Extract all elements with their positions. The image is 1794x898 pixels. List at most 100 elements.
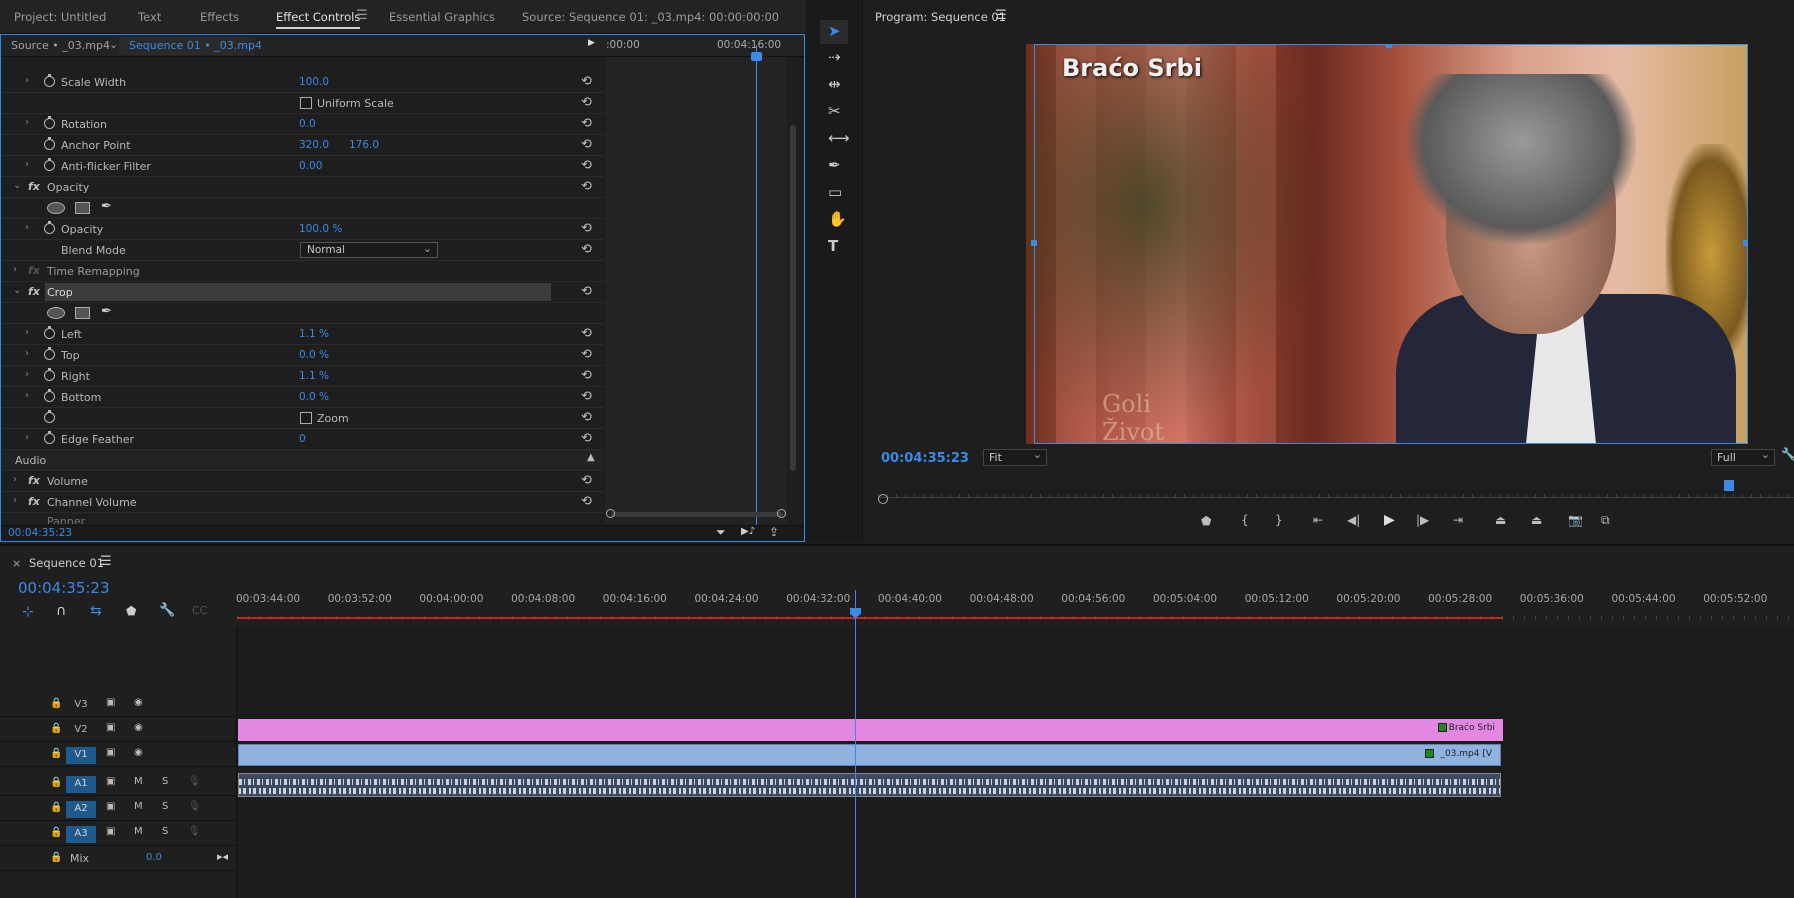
anchor-point-x[interactable]: 320.0 xyxy=(299,139,329,151)
stopwatch-icon[interactable] xyxy=(44,326,55,339)
lock-icon[interactable]: 🔒 xyxy=(50,827,62,838)
stopwatch-icon[interactable] xyxy=(44,431,55,444)
solo-button[interactable]: S xyxy=(162,801,168,812)
sync-lock-icon[interactable]: ▣ xyxy=(106,826,115,837)
row-channel-volume[interactable]: › fx Channel Volume ⟲ xyxy=(1,492,604,513)
expand-chevron-icon[interactable]: › xyxy=(13,264,17,275)
stopwatch-icon[interactable] xyxy=(44,74,55,87)
lock-icon[interactable]: 🔒 xyxy=(50,748,62,759)
clip-v1-video[interactable]: _03.mp4 [V xyxy=(238,744,1501,766)
eye-icon[interactable]: ◉ xyxy=(134,747,143,758)
step-forward-icon[interactable]: |▶ xyxy=(1416,513,1429,527)
ripple-edit-tool-icon[interactable]: ⇹ xyxy=(828,75,841,93)
expand-chevron-icon[interactable]: › xyxy=(25,432,29,443)
play-audio-icon[interactable]: ▶♪ xyxy=(741,526,755,537)
track-label-a2[interactable]: A2 xyxy=(66,801,96,818)
reset-icon[interactable]: ⟲ xyxy=(581,158,592,173)
selection-tool-icon[interactable]: ➤ xyxy=(828,22,841,40)
transform-handle[interactable] xyxy=(1386,44,1392,48)
edge-feather-value[interactable]: 0 xyxy=(299,433,306,445)
ec-current-time[interactable]: 00:04:35:23 xyxy=(8,527,72,539)
track-label-v3[interactable]: V3 xyxy=(66,697,96,714)
lock-icon[interactable]: 🔒 xyxy=(50,723,62,734)
zoom-checkbox[interactable] xyxy=(300,412,312,424)
chevron-down-icon[interactable]: ⌄ xyxy=(109,38,118,51)
fx-icon[interactable]: fx xyxy=(28,180,40,193)
tab-source[interactable]: Source: Sequence 01: _03.mp4: 00:00:00:0… xyxy=(522,10,779,24)
ec-scrollbar[interactable] xyxy=(790,125,796,471)
reset-icon[interactable]: ⟲ xyxy=(581,137,592,152)
linked-selection-icon[interactable]: ⇆ xyxy=(90,603,102,619)
timeline-title[interactable]: Sequence 01 xyxy=(29,556,104,570)
crop-bounding-box[interactable] xyxy=(1034,44,1748,444)
pen-tool-icon[interactable]: ✒ xyxy=(828,156,841,174)
sync-lock-icon[interactable]: ▣ xyxy=(106,697,115,708)
track-select-tool-icon[interactable]: ⇢ xyxy=(828,48,841,66)
stopwatch-icon[interactable] xyxy=(44,116,55,129)
track-label-a1[interactable]: A1 xyxy=(66,776,96,793)
snap-magnet-icon[interactable]: ∩ xyxy=(56,603,66,619)
timeline-timecode[interactable]: 00:04:35:23 xyxy=(18,579,110,597)
wrench-icon[interactable]: 🔧 xyxy=(1781,447,1794,461)
tab-effect-controls[interactable]: Effect Controls xyxy=(276,10,361,29)
stopwatch-icon[interactable] xyxy=(44,221,55,234)
zoom-scroll-handle[interactable] xyxy=(878,494,888,504)
ellipse-mask-icon[interactable] xyxy=(47,307,65,319)
fx-icon[interactable]: fx xyxy=(28,474,40,487)
mark-out-icon[interactable]: } xyxy=(1275,513,1283,527)
scroll-handle-left[interactable] xyxy=(606,509,615,518)
reset-icon[interactable]: ⟲ xyxy=(581,494,592,509)
program-timecode[interactable]: 00:04:35:23 xyxy=(881,451,969,466)
expand-chevron-icon[interactable]: › xyxy=(13,495,17,506)
expand-chevron-icon[interactable]: › xyxy=(25,390,29,401)
transform-handle[interactable] xyxy=(1031,240,1037,246)
reset-icon[interactable]: ⟲ xyxy=(581,116,592,131)
zoom-fit-dropdown[interactable]: Fit ⌄ xyxy=(983,448,1047,466)
track-label-v2[interactable]: V2 xyxy=(66,722,96,739)
step-back-icon[interactable]: ◀| xyxy=(1347,513,1360,527)
reset-icon[interactable]: ⟲ xyxy=(581,242,592,257)
row-panner[interactable]: Panner xyxy=(1,513,604,524)
program-scrubber[interactable] xyxy=(878,486,1794,498)
camera-icon[interactable]: 📷 xyxy=(1568,513,1583,527)
expand-chevron-icon[interactable]: › xyxy=(25,222,29,233)
resolution-dropdown[interactable]: Full ⌄ xyxy=(1711,448,1775,466)
row-crop-section[interactable]: ⌄ fx Crop ⟲ xyxy=(1,282,604,303)
crop-top-value[interactable]: 0.0 % xyxy=(299,349,329,361)
pen-mask-icon[interactable]: ✒ xyxy=(101,304,112,319)
scroll-handle-right[interactable] xyxy=(777,509,786,518)
solo-button[interactable]: S xyxy=(162,826,168,837)
mix-value[interactable]: 0.0 xyxy=(146,852,162,863)
voiceover-mic-icon[interactable]: 🎙 xyxy=(188,776,201,787)
track-label-v1[interactable]: V1 xyxy=(66,747,96,764)
stopwatch-icon[interactable] xyxy=(44,389,55,402)
lift-icon[interactable]: ⏏ xyxy=(1495,513,1506,527)
nest-toggle-icon[interactable]: ⊹ xyxy=(22,604,34,620)
reset-icon[interactable]: ⟲ xyxy=(581,95,592,110)
lock-icon[interactable]: 🔒 xyxy=(50,698,62,709)
expand-chevron-icon[interactable]: › xyxy=(25,159,29,170)
expand-chevron-icon[interactable]: › xyxy=(25,369,29,380)
sync-lock-icon[interactable]: ▣ xyxy=(106,776,115,787)
expand-chevron-icon[interactable]: › xyxy=(13,474,17,485)
stopwatch-icon[interactable] xyxy=(44,347,55,360)
sync-lock-icon[interactable]: ▣ xyxy=(106,801,115,812)
program-playhead[interactable] xyxy=(1724,480,1734,491)
track-label-a3[interactable]: A3 xyxy=(66,826,96,843)
blend-mode-dropdown[interactable]: Normal ⌄ xyxy=(300,242,438,258)
transform-handle[interactable] xyxy=(1743,240,1748,246)
compare-view-icon[interactable]: ⧉ xyxy=(1601,513,1610,528)
collapse-chevron-icon[interactable]: ⌄ xyxy=(13,180,21,191)
row-opacity-section[interactable]: ⌄ fx Opacity ⟲ xyxy=(1,177,604,198)
fit-to-view-icon[interactable]: ▸◂ xyxy=(217,850,228,863)
reset-icon[interactable]: ⟲ xyxy=(581,389,592,404)
panel-menu-icon[interactable]: ☰ xyxy=(100,554,112,569)
rotation-value[interactable]: 0.0 xyxy=(299,118,316,130)
expand-chevron-icon[interactable]: › xyxy=(25,327,29,338)
rectangle-mask-icon[interactable] xyxy=(75,202,90,214)
go-to-out-icon[interactable]: ⇥ xyxy=(1453,513,1463,527)
eye-icon[interactable]: ◉ xyxy=(134,722,143,733)
mark-in-icon[interactable]: { xyxy=(1241,513,1249,527)
add-marker-icon[interactable]: ⬟ xyxy=(1201,514,1211,528)
crop-left-value[interactable]: 1.1 % xyxy=(299,328,329,340)
